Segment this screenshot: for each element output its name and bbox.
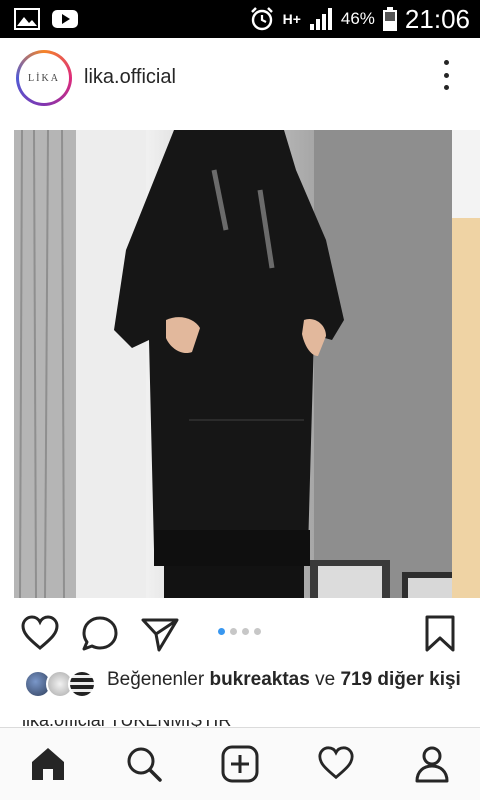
more-options-icon[interactable] — [440, 60, 452, 90]
network-type: H+ — [282, 11, 301, 27]
likes-count[interactable]: 719 diğer kişi — [340, 669, 460, 690]
profile-icon[interactable] — [410, 742, 454, 786]
post-image[interactable] — [14, 129, 452, 598]
post-header: LİKA lika.official — [0, 38, 480, 120]
gallery-notification-icon — [14, 8, 40, 30]
heart-icon[interactable] — [20, 614, 60, 654]
new-post-icon[interactable] — [218, 742, 262, 786]
activity-icon[interactable] — [314, 742, 358, 786]
home-icon[interactable] — [26, 742, 70, 786]
likes-prefix: Beğenenler — [107, 669, 210, 690]
account-avatar[interactable]: LİKA — [16, 50, 72, 106]
next-photo-peek — [452, 218, 480, 598]
bookmark-icon[interactable] — [420, 614, 460, 654]
comment-icon[interactable] — [80, 614, 120, 654]
post-username[interactable]: lika.official — [84, 66, 176, 89]
share-icon[interactable] — [140, 614, 180, 654]
search-icon[interactable] — [122, 742, 166, 786]
avatar — [68, 670, 96, 698]
post-image-illustration — [14, 129, 452, 598]
battery-icon — [382, 7, 397, 31]
likes-text[interactable]: Beğenenler bukreaktas ve 719 diğer kişi — [107, 668, 467, 692]
carousel-dot — [254, 628, 261, 635]
post-carousel[interactable] — [0, 128, 480, 598]
youtube-notification-icon — [52, 10, 78, 28]
likes-section: Beğenenler bukreaktas ve 719 diğer kişi — [0, 664, 480, 724]
liker-avatars[interactable] — [24, 670, 98, 698]
account-logo-text: LİKA — [19, 53, 69, 103]
alarm-icon — [250, 7, 273, 31]
post-actions — [0, 606, 480, 660]
status-clock: 21:06 — [404, 3, 470, 34]
carousel-indicator — [218, 628, 261, 635]
bottom-navigation — [0, 727, 480, 800]
liker-username[interactable]: bukreaktas — [209, 669, 309, 690]
status-bar: H+ 46% 21:06 — [0, 0, 480, 38]
next-photo-peek-top — [452, 130, 480, 218]
carousel-dot-active — [218, 628, 225, 635]
carousel-dot — [230, 628, 237, 635]
signal-icon — [309, 8, 332, 30]
carousel-dot — [242, 628, 249, 635]
likes-middle: ve — [309, 669, 341, 690]
battery-percent: 46% — [340, 9, 375, 28]
